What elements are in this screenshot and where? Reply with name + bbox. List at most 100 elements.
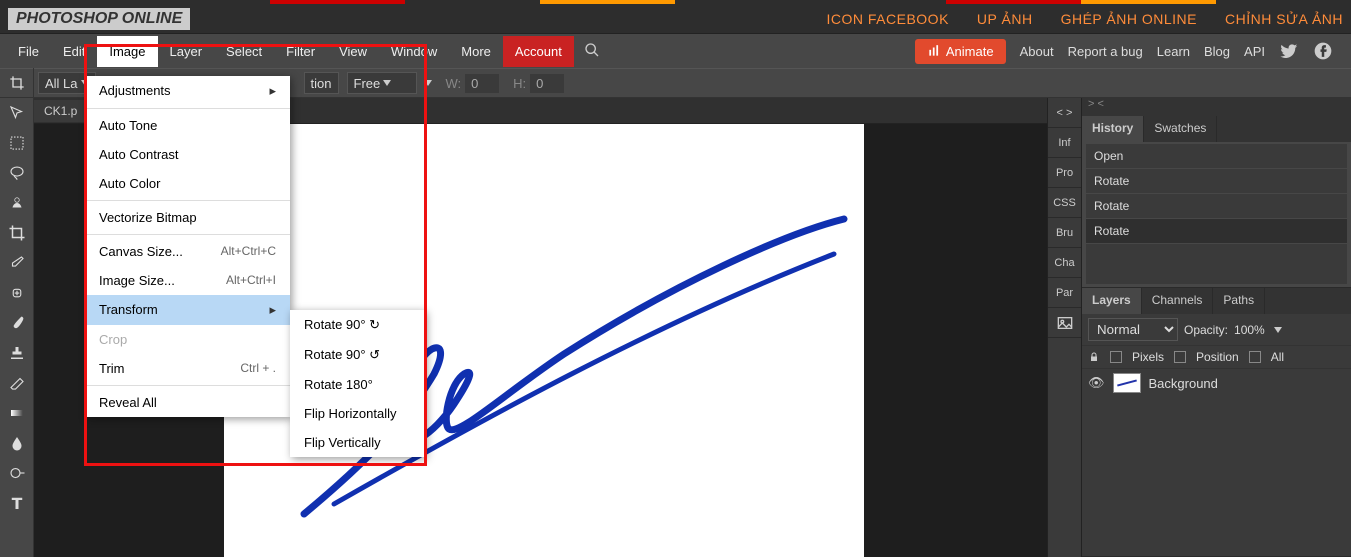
history-item[interactable]: Rotate — [1086, 219, 1347, 243]
animate-icon — [927, 44, 941, 58]
site-logo: PHOTOSHOP ONLINE — [8, 8, 190, 30]
animate-button[interactable]: Animate — [915, 39, 1006, 64]
menu-more[interactable]: More — [449, 36, 503, 67]
menu-layer[interactable]: Layer — [158, 36, 215, 67]
ratio-label[interactable]: tion — [304, 72, 339, 94]
menu-view[interactable]: View — [327, 36, 379, 67]
site-header: PHOTOSHOP ONLINE ICON FACEBOOK UP ẢNH GH… — [0, 4, 1351, 34]
opacity-label: Opacity: — [1184, 323, 1228, 337]
menu-rotate-90-ccw[interactable]: Rotate 90° ↺ — [290, 340, 425, 370]
strip-cha[interactable]: Cha — [1048, 248, 1081, 278]
crop-tool[interactable] — [0, 218, 33, 248]
gradient-tool[interactable] — [0, 398, 33, 428]
menu-canvas-size[interactable]: Canvas Size...Alt+Ctrl+C — [85, 237, 290, 266]
menu-window[interactable]: Window — [379, 36, 449, 67]
menu-flip-vertical[interactable]: Flip Vertically — [290, 428, 425, 457]
layer-thumbnail[interactable] — [1113, 373, 1141, 393]
lock-icon — [1088, 351, 1100, 363]
link-up-anh[interactable]: UP ẢNH — [977, 11, 1033, 27]
menu-auto-contrast[interactable]: Auto Contrast — [85, 140, 290, 169]
panel-collapse[interactable]: > < — [1088, 98, 1104, 116]
brush-tool[interactable] — [0, 308, 33, 338]
type-tool[interactable] — [0, 488, 33, 518]
twitter-icon[interactable] — [1279, 41, 1299, 61]
lock-position-checkbox[interactable] — [1174, 351, 1186, 363]
strip-col-left[interactable]: < > — [1048, 98, 1081, 128]
history-item[interactable]: Rotate — [1086, 169, 1347, 193]
menu-rotate-180[interactable]: Rotate 180° — [290, 370, 425, 399]
link-about[interactable]: About — [1020, 44, 1054, 59]
blend-mode-select[interactable]: Normal — [1088, 318, 1178, 341]
document-tab[interactable]: CK1.p — [34, 100, 88, 122]
eyedropper-tool[interactable] — [0, 248, 33, 278]
link-chinh-sua[interactable]: CHỈNH SỬA ẢNH — [1225, 11, 1343, 27]
collapsed-panels-strip: < > Inf Pro CSS Bru Cha Par — [1047, 98, 1081, 557]
layer-row[interactable]: Background — [1082, 369, 1351, 397]
menu-trim[interactable]: TrimCtrl + . — [85, 354, 290, 383]
image-menu-dropdown: Adjustments Auto Tone Auto Contrast Auto… — [85, 76, 290, 417]
strip-image-icon[interactable] — [1048, 308, 1081, 338]
tab-swatches[interactable]: Swatches — [1144, 116, 1217, 142]
lasso-tool[interactable] — [0, 158, 33, 188]
tool-column — [0, 98, 34, 557]
quick-select-tool[interactable] — [0, 188, 33, 218]
menu-auto-tone[interactable]: Auto Tone — [85, 111, 290, 140]
menu-select[interactable]: Select — [214, 36, 274, 67]
lock-all-checkbox[interactable] — [1249, 351, 1261, 363]
width-field[interactable]: 0 — [465, 74, 499, 93]
menu-transform[interactable]: Transform — [85, 295, 290, 325]
search-icon[interactable] — [574, 42, 610, 61]
strip-par[interactable]: Par — [1048, 278, 1081, 308]
layers-panel: Layers Channels Paths Normal Opacity: 10… — [1082, 288, 1351, 557]
link-icon-facebook[interactable]: ICON FACEBOOK — [827, 11, 949, 27]
menu-rotate-90-cw[interactable]: Rotate 90° ↻ — [290, 310, 425, 340]
ratio-select[interactable]: Free — [347, 72, 417, 94]
menu-image-size[interactable]: Image Size...Alt+Ctrl+I — [85, 266, 290, 295]
marquee-tool[interactable] — [0, 128, 33, 158]
menu-crop: Crop — [85, 325, 290, 354]
heal-tool[interactable] — [0, 278, 33, 308]
history-panel: History Swatches Open Rotate Rotate Rota… — [1082, 116, 1351, 288]
height-field[interactable]: 0 — [530, 74, 564, 93]
history-empty — [1086, 244, 1347, 284]
move-tool[interactable] — [0, 98, 33, 128]
tab-paths[interactable]: Paths — [1213, 288, 1265, 314]
strip-pro[interactable]: Pro — [1048, 158, 1081, 188]
menu-filter[interactable]: Filter — [274, 36, 327, 67]
history-item[interactable]: Open — [1086, 144, 1347, 168]
stamp-tool[interactable] — [0, 338, 33, 368]
crop-tool-indicator — [0, 68, 34, 98]
menu-adjustments[interactable]: Adjustments — [85, 76, 290, 106]
account-button[interactable]: Account — [503, 36, 574, 67]
menu-bar: File Edit Image Layer Select Filter View… — [0, 34, 1351, 68]
menu-auto-color[interactable]: Auto Color — [85, 169, 290, 198]
eraser-tool[interactable] — [0, 368, 33, 398]
facebook-icon[interactable] — [1313, 41, 1333, 61]
tab-layers[interactable]: Layers — [1082, 288, 1142, 314]
link-blog[interactable]: Blog — [1204, 44, 1230, 59]
menu-reveal-all[interactable]: Reveal All — [85, 388, 290, 417]
tab-history[interactable]: History — [1082, 116, 1144, 142]
history-item[interactable]: Rotate — [1086, 194, 1347, 218]
lock-pixels-checkbox[interactable] — [1110, 351, 1122, 363]
swap-icon[interactable] — [424, 80, 432, 86]
tab-channels[interactable]: Channels — [1142, 288, 1214, 314]
link-learn[interactable]: Learn — [1157, 44, 1190, 59]
menu-vectorize[interactable]: Vectorize Bitmap — [85, 203, 290, 232]
visibility-icon[interactable] — [1088, 375, 1105, 391]
menu-edit[interactable]: Edit — [51, 36, 97, 67]
dodge-tool[interactable] — [0, 458, 33, 488]
link-ghep-anh[interactable]: GHÉP ẢNH ONLINE — [1061, 11, 1197, 27]
link-report-bug[interactable]: Report a bug — [1068, 44, 1143, 59]
opacity-value[interactable]: 100% — [1234, 323, 1265, 337]
blur-tool[interactable] — [0, 428, 33, 458]
menu-image[interactable]: Image — [97, 36, 157, 67]
strip-inf[interactable]: Inf — [1048, 128, 1081, 158]
menu-flip-horizontal[interactable]: Flip Horizontally — [290, 399, 425, 428]
opacity-dropdown-icon[interactable] — [1274, 327, 1282, 333]
transform-submenu: Rotate 90° ↻ Rotate 90° ↺ Rotate 180° Fl… — [290, 310, 425, 457]
menu-file[interactable]: File — [6, 36, 51, 67]
strip-css[interactable]: CSS — [1048, 188, 1081, 218]
strip-bru[interactable]: Bru — [1048, 218, 1081, 248]
link-api[interactable]: API — [1244, 44, 1265, 59]
